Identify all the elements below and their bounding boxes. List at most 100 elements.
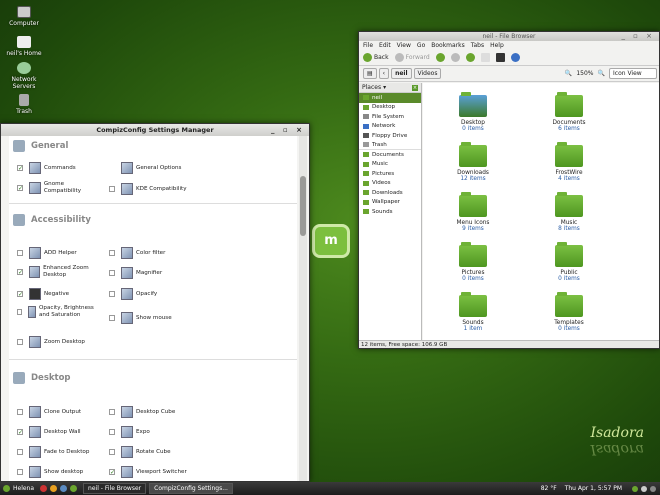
plugin-checkbox[interactable]: ✓ [17,269,23,276]
clock[interactable]: Thu Apr 1, 5:57 PM [565,485,622,492]
plugin-magnifier[interactable]: Magnifier [109,267,162,279]
place-documents[interactable]: Documents [359,150,421,160]
plugin-fade-to-desktop[interactable]: Fade to Desktop [17,446,89,458]
plugin-gnome-compatibility[interactable]: ✓ Gnome Compatibility [17,181,102,195]
plugin-checkbox[interactable] [109,429,115,435]
launcher-icon[interactable] [40,485,48,492]
breadcrumb-neil[interactable]: neil [391,68,412,79]
plugin-general-options[interactable]: General Options [109,162,181,174]
plugin-color-filter[interactable]: Color filter [109,247,165,259]
plugin-checkbox[interactable] [109,250,115,256]
plugin-expo[interactable]: Expo [109,426,150,438]
network-tray-icon[interactable] [632,485,638,492]
close-sidebar-icon[interactable]: × [412,84,418,91]
file-item[interactable]: Music 8 items [539,192,599,232]
file-item[interactable]: Sounds 1 item [443,292,503,332]
place-desktop[interactable]: Desktop [359,103,421,113]
stop-button[interactable] [450,53,460,62]
plugin-checkbox[interactable] [17,409,23,415]
menu-edit[interactable]: Edit [379,41,391,50]
plugin-checkbox[interactable]: ✓ [17,429,23,436]
desktop-icon-home[interactable]: neil's Home [4,36,44,57]
start-menu-button[interactable]: Helena [3,485,34,492]
menu-file[interactable]: File [363,41,373,50]
toggle-location-button[interactable]: ▤ [363,68,377,79]
menu-bookmarks[interactable]: Bookmarks [431,41,465,50]
plugin-checkbox[interactable]: ✓ [17,185,23,192]
breadcrumb-videos[interactable]: Videos [413,68,442,79]
plugin-checkbox[interactable] [109,270,115,276]
place-file-system[interactable]: File System [359,112,421,122]
places-header[interactable]: Places ▾ × [359,83,421,93]
fb-titlebar[interactable]: neil - File Browser _ ▫ × [359,32,659,41]
volume-tray-icon[interactable] [641,485,647,492]
place-neil[interactable]: neil [359,93,421,103]
reload-button[interactable] [465,53,475,62]
ccsm-titlebar[interactable]: CompizConfig Settings Manager _ ▫ × [1,124,309,136]
launcher-icon[interactable] [60,485,68,492]
plugin-checkbox[interactable]: ✓ [17,291,23,298]
task-file-browser[interactable]: neil - File Browser [83,483,147,494]
place-downloads[interactable]: Downloads [359,188,421,198]
computer-button[interactable] [495,53,505,62]
file-item[interactable]: Documents 6 items [539,92,599,132]
ccsm-scrollbar[interactable] [299,136,307,481]
window-controls[interactable]: _ ▫ × [621,32,655,41]
place-music[interactable]: Music [359,160,421,170]
zoom-out-icon[interactable]: 🔍 [565,70,572,77]
search-button[interactable] [510,53,520,62]
plugin-rotate-cube[interactable]: Rotate Cube [109,446,171,458]
menu-view[interactable]: View [397,41,411,50]
place-wallpaper[interactable]: Wallpaper [359,198,421,208]
plugin-viewport-switcher[interactable]: ✓ Viewport Switcher [109,466,187,478]
plugin-commands[interactable]: ✓ Commands [17,162,76,174]
desktop-icon-trash[interactable]: Trash [4,94,44,115]
desktop-icon-network[interactable]: Network Servers [4,62,44,90]
breadcrumb-left-button[interactable]: ‹ [378,68,390,79]
plugin-opacify[interactable]: Opacify [109,288,157,300]
plugin-add-helper[interactable]: ADD Helper [17,247,77,259]
plugin-checkbox[interactable] [17,250,23,256]
plugin-desktop-wall[interactable]: ✓ Desktop Wall [17,426,81,438]
desktop-icon-computer[interactable]: Computer [4,6,44,27]
plugin-negative[interactable]: ✓ Negative [17,288,69,300]
place-videos[interactable]: Videos [359,179,421,189]
view-select[interactable]: Icon View [609,68,657,79]
plugin-checkbox[interactable] [17,339,23,345]
zoom-in-icon[interactable]: 🔍 [598,70,605,77]
file-item[interactable]: FrostWire 4 items [539,142,599,182]
plugin-checkbox[interactable] [109,409,115,415]
plugin-zoom-desktop[interactable]: Zoom Desktop [17,336,85,348]
power-tray-icon[interactable] [650,485,656,492]
home-button[interactable] [480,53,490,62]
place-network[interactable]: Network [359,122,421,132]
file-item[interactable]: Templates 0 items [539,292,599,332]
plugin-kde-compatibility[interactable]: KDE Compatibility [109,183,187,195]
plugin-checkbox[interactable] [17,309,22,315]
plugin-checkbox[interactable] [109,315,115,321]
plugin-checkbox[interactable]: ✓ [17,165,23,172]
place-sounds[interactable]: Sounds [359,207,421,217]
menu-help[interactable]: Help [490,41,504,50]
plugin-checkbox[interactable] [17,469,23,475]
launcher-icon[interactable] [70,485,78,492]
plugin-show-desktop[interactable]: Show desktop [17,466,83,478]
plugin-checkbox[interactable] [109,291,115,297]
place-pictures[interactable]: Pictures [359,169,421,179]
plugin-checkbox[interactable] [109,186,115,192]
place-trash[interactable]: Trash [359,141,421,150]
plugin-show-mouse[interactable]: Show mouse [109,312,172,324]
window-controls[interactable]: _ ▫ × [271,124,305,136]
plugin-checkbox[interactable] [109,449,115,455]
plugin-checkbox[interactable]: ✓ [109,469,115,476]
back-button[interactable]: Back [363,53,389,62]
scrollbar-thumb[interactable] [300,176,306,236]
plugin-checkbox[interactable] [17,449,23,455]
file-item[interactable]: Pictures 0 items [443,242,503,282]
plugin-desktop-cube[interactable]: Desktop Cube [109,406,175,418]
file-item[interactable]: Downloads 12 items [443,142,503,182]
plugin-enhanced-zoom[interactable]: ✓ Enhanced Zoom Desktop [17,265,107,279]
file-item[interactable]: Desktop 0 items [443,92,503,132]
file-item[interactable]: Public 0 items [539,242,599,282]
task-ccsm[interactable]: CompizConfig Settings... [149,483,233,494]
